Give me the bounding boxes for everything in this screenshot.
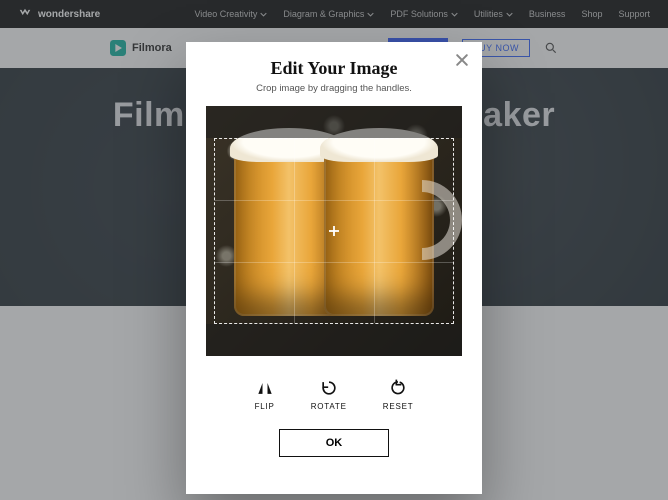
reset-label: RESET [383, 402, 414, 411]
flip-label: FLIP [255, 402, 275, 411]
modal-subtitle: Crop image by dragging the handles. [256, 83, 412, 94]
rotate-button[interactable]: ROTATE [311, 378, 347, 411]
image-tools: FLIP ROTATE RESET [255, 378, 414, 411]
crop-area[interactable] [206, 106, 462, 356]
flip-button[interactable]: FLIP [255, 378, 275, 411]
reset-icon [388, 378, 408, 398]
edit-image-modal: Edit Your Image Crop image by dragging t… [186, 42, 482, 494]
rotate-icon [319, 378, 339, 398]
crop-mask-bottom [206, 324, 462, 356]
crop-center-icon [329, 226, 339, 236]
crop-mask-top [206, 106, 462, 138]
reset-button[interactable]: RESET [383, 378, 414, 411]
modal-title: Edit Your Image [270, 58, 397, 79]
crop-box[interactable] [214, 138, 454, 324]
close-icon[interactable] [454, 52, 470, 68]
rotate-label: ROTATE [311, 402, 347, 411]
flip-icon [255, 378, 275, 398]
ok-button[interactable]: OK [279, 429, 389, 457]
